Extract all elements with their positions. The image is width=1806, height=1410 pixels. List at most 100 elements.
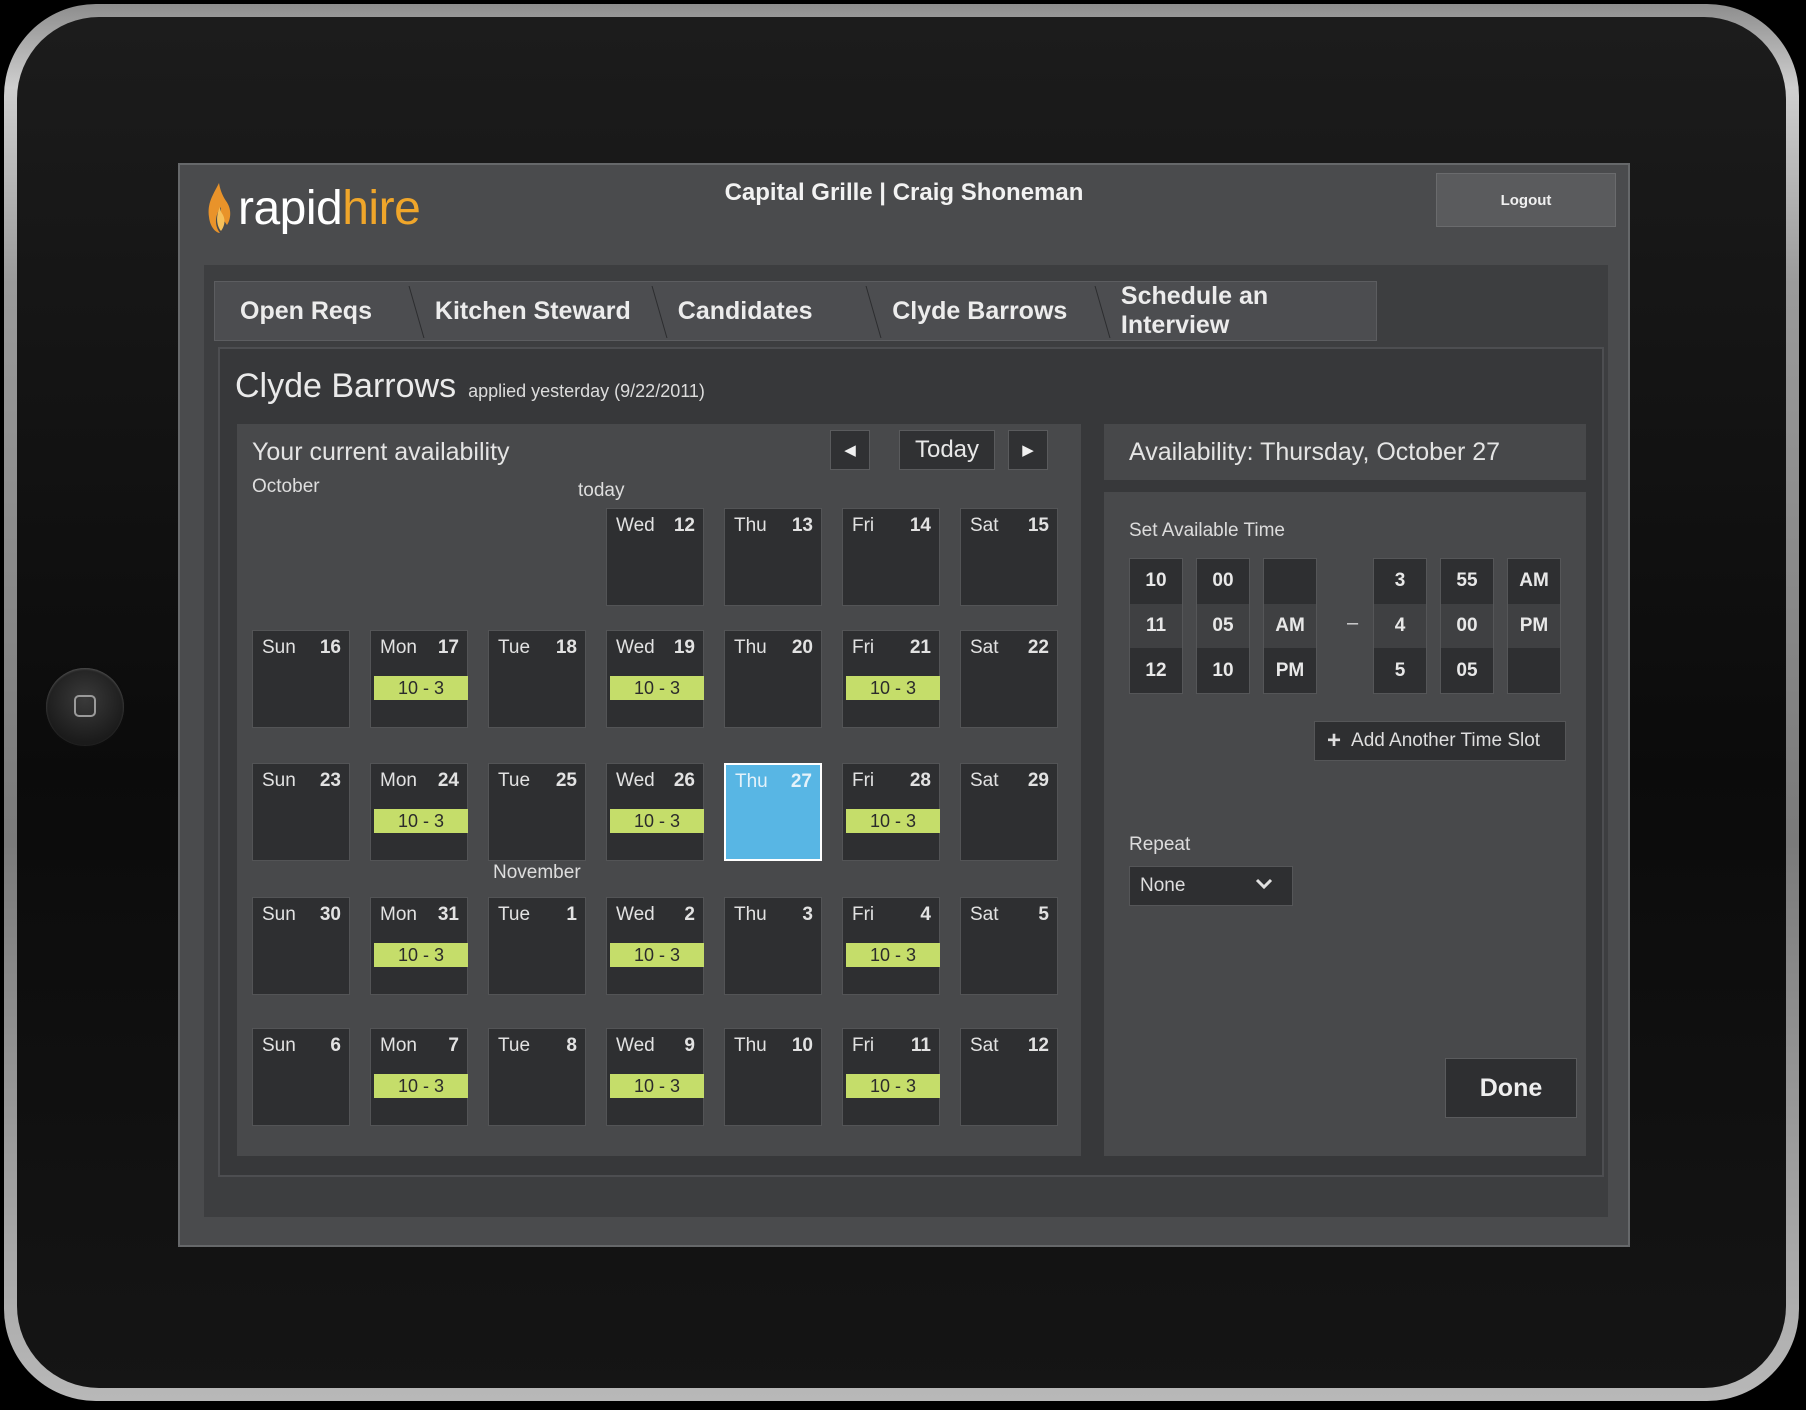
- day-number: 1: [566, 904, 577, 925]
- day-number: 31: [437, 904, 459, 925]
- picker-value[interactable]: 55: [1441, 559, 1493, 603]
- availability-slot-badge[interactable]: 10 - 3: [374, 809, 468, 833]
- calendar-day[interactable]: Sat 22: [960, 630, 1058, 728]
- availability-slot-badge[interactable]: 10 - 3: [846, 1074, 940, 1098]
- picker-value[interactable]: 00: [1197, 559, 1249, 603]
- calendar-day[interactable]: Wed 9 10 - 3: [606, 1028, 704, 1126]
- picker-value[interactable]: 05: [1441, 649, 1493, 693]
- breadcrumb-schedule-interview[interactable]: Schedule an Interview: [1099, 282, 1376, 340]
- calendar-day[interactable]: Mon 7 10 - 3: [370, 1028, 468, 1126]
- calendar-day[interactable]: Sat 5: [960, 897, 1058, 995]
- repeat-select[interactable]: None: [1129, 866, 1293, 906]
- start-ampm-picker[interactable]: AM PM: [1263, 558, 1317, 694]
- calendar-day[interactable]: Wed 26 10 - 3: [606, 763, 704, 861]
- availability-slot-badge[interactable]: 10 - 3: [610, 676, 704, 700]
- calendar-day[interactable]: Wed 2 10 - 3: [606, 897, 704, 995]
- calendar-day[interactable]: Sat 29: [960, 763, 1058, 861]
- calendar-day[interactable]: Mon 24 10 - 3: [370, 763, 468, 861]
- day-number: 8: [566, 1035, 577, 1056]
- calendar-day[interactable]: Sat 12: [960, 1028, 1058, 1126]
- picker-value[interactable]: [1264, 559, 1316, 603]
- calendar-day[interactable]: Mon 17 10 - 3: [370, 630, 468, 728]
- day-number: 7: [448, 1035, 459, 1056]
- calendar-day[interactable]: Thu 3: [724, 897, 822, 995]
- calendar-day[interactable]: Tue 18: [488, 630, 586, 728]
- end-hour-picker[interactable]: 3 4 5: [1373, 558, 1427, 694]
- calendar-day[interactable]: Sun 23: [252, 763, 350, 861]
- end-minute-picker[interactable]: 55 00 05: [1440, 558, 1494, 694]
- calendar-day[interactable]: Fri 4 10 - 3: [842, 897, 940, 995]
- calendar-day[interactable]: Mon 31 10 - 3: [370, 897, 468, 995]
- picker-value[interactable]: 12: [1130, 649, 1182, 693]
- picker-value[interactable]: PM: [1264, 649, 1316, 693]
- calendar-day[interactable]: Thu 13: [724, 508, 822, 606]
- picker-value[interactable]: 5: [1374, 649, 1426, 693]
- next-week-button[interactable]: ▶: [1008, 430, 1048, 470]
- day-of-week: Tue: [498, 904, 531, 925]
- add-time-slot-button[interactable]: + Add Another Time Slot: [1314, 721, 1566, 761]
- day-number: 3: [802, 904, 813, 925]
- breadcrumb-kitchen-steward[interactable]: Kitchen Steward: [413, 282, 656, 340]
- home-button[interactable]: [46, 668, 124, 746]
- picker-value-selected[interactable]: PM: [1508, 604, 1560, 648]
- picker-value-selected[interactable]: 05: [1197, 604, 1249, 648]
- day-of-week: Sat: [970, 637, 999, 658]
- picker-value[interactable]: 10: [1197, 649, 1249, 693]
- picker-value[interactable]: 3: [1374, 559, 1426, 603]
- end-ampm-picker[interactable]: AM PM: [1507, 558, 1561, 694]
- calendar-day[interactable]: Tue 25: [488, 763, 586, 861]
- calendar-day-selected[interactable]: Thu 27: [724, 763, 822, 861]
- breadcrumb-open-reqs[interactable]: Open Reqs: [215, 282, 413, 340]
- picker-value[interactable]: AM: [1508, 559, 1560, 603]
- calendar-day[interactable]: Thu 10: [724, 1028, 822, 1126]
- calendar-day[interactable]: Fri 21 10 - 3: [842, 630, 940, 728]
- calendar-day[interactable]: Tue 8: [488, 1028, 586, 1126]
- content-shell: Open Reqs Kitchen Steward Candidates Cly…: [204, 265, 1608, 1217]
- header-title: Capital Grille | Craig Shoneman: [724, 179, 1084, 206]
- calendar-day[interactable]: Sun 16: [252, 630, 350, 728]
- availability-slot-badge[interactable]: 10 - 3: [374, 676, 468, 700]
- picker-value-selected[interactable]: 00: [1441, 604, 1493, 648]
- picker-value[interactable]: 10: [1130, 559, 1182, 603]
- day-of-week: Mon: [380, 770, 417, 791]
- availability-slot-badge[interactable]: 10 - 3: [610, 1074, 704, 1098]
- day-of-week: Thu: [734, 1035, 767, 1056]
- calendar-day[interactable]: Sat 15: [960, 508, 1058, 606]
- day-of-week: Sat: [970, 770, 999, 791]
- day-of-week: Wed: [616, 1035, 655, 1056]
- picker-value[interactable]: [1508, 649, 1560, 693]
- start-hour-picker[interactable]: 10 11 12: [1129, 558, 1183, 694]
- calendar-day[interactable]: Tue 1: [488, 897, 586, 995]
- picker-value-selected[interactable]: AM: [1264, 604, 1316, 648]
- chevron-down-icon: [1255, 878, 1273, 890]
- picker-value-selected[interactable]: 4: [1374, 604, 1426, 648]
- prev-week-button[interactable]: ◀: [830, 430, 870, 470]
- availability-slot-badge[interactable]: 10 - 3: [374, 943, 468, 967]
- breadcrumb-clyde-barrows[interactable]: Clyde Barrows: [870, 282, 1099, 340]
- day-number: 10: [791, 1035, 813, 1056]
- candidate-applied-date: applied yesterday (9/22/2011): [468, 381, 705, 401]
- today-button[interactable]: Today: [899, 430, 995, 470]
- calendar-day[interactable]: Sun 30: [252, 897, 350, 995]
- calendar-day[interactable]: Fri 11 10 - 3: [842, 1028, 940, 1126]
- availability-slot-badge[interactable]: 10 - 3: [610, 943, 704, 967]
- calendar-day[interactable]: Wed 12: [606, 508, 704, 606]
- availability-slot-badge[interactable]: 10 - 3: [846, 809, 940, 833]
- calendar-day[interactable]: Fri 28 10 - 3: [842, 763, 940, 861]
- availability-slot-badge[interactable]: 10 - 3: [846, 676, 940, 700]
- start-minute-picker[interactable]: 00 05 10: [1196, 558, 1250, 694]
- done-button[interactable]: Done: [1445, 1058, 1577, 1118]
- picker-value-selected[interactable]: 11: [1130, 604, 1182, 648]
- calendar-day[interactable]: Thu 20: [724, 630, 822, 728]
- availability-slot-badge[interactable]: 10 - 3: [610, 809, 704, 833]
- calendar-day[interactable]: Sun 6: [252, 1028, 350, 1126]
- calendar-day[interactable]: Wed 19 10 - 3: [606, 630, 704, 728]
- day-number: 2: [684, 904, 695, 925]
- logout-button[interactable]: Logout: [1436, 173, 1616, 227]
- availability-slot-badge[interactable]: 10 - 3: [846, 943, 940, 967]
- day-of-week: Sun: [262, 637, 296, 658]
- availability-slot-badge[interactable]: 10 - 3: [374, 1074, 468, 1098]
- breadcrumb-candidates[interactable]: Candidates: [656, 282, 870, 340]
- set-time-label: Set Available Time: [1129, 520, 1285, 541]
- calendar-day[interactable]: Fri 14: [842, 508, 940, 606]
